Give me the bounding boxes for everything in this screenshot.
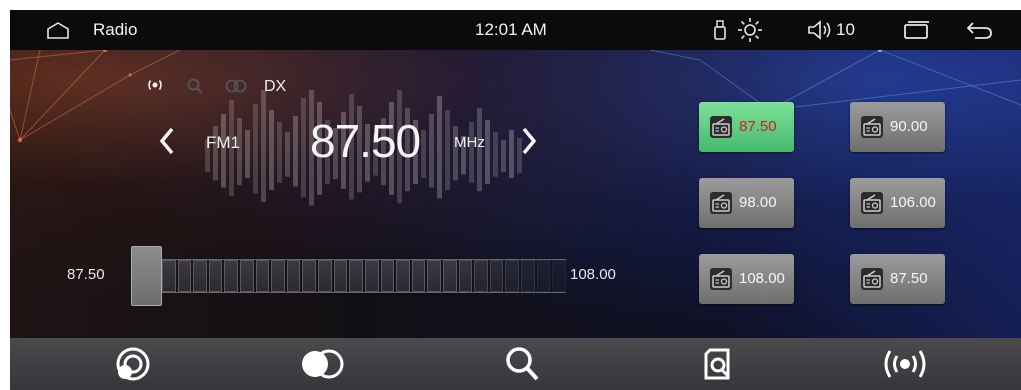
spectrum-bar (293, 116, 298, 187)
spectrum-bar (501, 140, 506, 172)
preset-2-button[interactable]: 90.00 (850, 102, 945, 152)
scale-tick (442, 260, 457, 292)
spectrum-bar (245, 130, 250, 178)
scale-tick (474, 260, 488, 292)
spectrum-bar (493, 132, 498, 177)
scale-min-label: 87.50 (67, 266, 105, 283)
scale-tick (224, 260, 239, 292)
scale-tick (380, 260, 395, 292)
recent-apps-icon[interactable] (903, 20, 931, 40)
radio-icon (861, 116, 883, 138)
radio-icon (861, 192, 883, 214)
outer-margin-left (0, 0, 10, 390)
preset-1-button[interactable]: 87.50 (699, 102, 794, 152)
spectrum-bar (261, 90, 266, 202)
spectrum-bar (269, 110, 274, 190)
scale-tick (255, 260, 270, 292)
bottom-toolbar (10, 338, 1021, 390)
next-station-button[interactable] (517, 123, 541, 159)
scale-tick (271, 260, 285, 292)
scale-tick (333, 260, 348, 292)
signal-icon (148, 80, 162, 90)
clock: 12:01 AM (475, 20, 547, 39)
volume-icon[interactable] (807, 19, 833, 41)
search-button[interactable] (422, 338, 622, 390)
radio-icon (861, 268, 883, 290)
broadcast-button[interactable] (805, 338, 1005, 390)
preset-4-button[interactable]: 106.00 (850, 178, 945, 228)
frequency-slider-handle[interactable] (131, 246, 162, 306)
scale-tick (193, 260, 207, 292)
spectrum-bar (509, 130, 514, 178)
frequency-unit: MHz (454, 134, 485, 151)
scale-tick (427, 260, 441, 292)
browse-stations-button[interactable] (33, 338, 233, 390)
scale-tick (318, 260, 332, 292)
scale-tick (177, 260, 192, 292)
preset-5-label: 108.00 (739, 270, 785, 287)
tuner-panel: DX FM1 87.50 MHz 87.50 108.00 87.50 90.0… (10, 50, 1021, 338)
scale-tick (240, 260, 254, 292)
spectrum-bar (445, 110, 450, 190)
stereo-mode-icon (302, 349, 344, 379)
scale-tick (364, 260, 379, 292)
search-icon (187, 78, 203, 94)
band-label: FM1 (206, 133, 240, 152)
local-scan-icon (704, 348, 731, 380)
preset-5-button[interactable]: 108.00 (699, 254, 794, 304)
radio-screen: Radio 12:01 AM 10 DX FM1 87.50 MHz 87.50… (10, 10, 1021, 390)
radio-icon (710, 268, 732, 290)
scale-tick (286, 260, 301, 292)
outer-margin-top (0, 0, 1021, 10)
spectrum-bar (277, 122, 282, 183)
usb-icon (714, 20, 726, 40)
home-icon[interactable] (46, 21, 70, 39)
spectrum-bar (437, 96, 442, 199)
spectrum-bar (253, 104, 258, 194)
volume-level: 10 (836, 20, 855, 39)
brightness-icon[interactable] (737, 17, 763, 43)
scale-tick (411, 260, 426, 292)
status-bar: Radio 12:01 AM 10 (10, 10, 1021, 50)
browse-stations-icon (116, 347, 150, 381)
preset-4-label: 106.00 (890, 194, 936, 211)
scale-tick (521, 260, 535, 292)
app-title: Radio (93, 20, 138, 39)
preset-3-label: 98.00 (739, 194, 777, 211)
spectrum-bar (285, 132, 290, 177)
previous-station-button[interactable] (155, 123, 179, 159)
scale-tick (302, 260, 317, 292)
scale-tick (552, 260, 566, 292)
preset-3-button[interactable]: 98.00 (699, 178, 794, 228)
preset-6-label: 87.50 (890, 270, 928, 287)
spectrum-bar (485, 120, 490, 184)
spectrum-bar (469, 122, 474, 183)
scale-tick (396, 260, 410, 292)
search-icon (506, 347, 539, 381)
preset-1-label: 87.50 (739, 118, 777, 135)
scale-tick (536, 260, 551, 292)
preset-6-button[interactable]: 87.50 (850, 254, 945, 304)
preset-2-label: 90.00 (890, 118, 928, 135)
scale-tick (162, 260, 176, 292)
scale-max-label: 108.00 (570, 266, 616, 283)
scale-tick (489, 260, 504, 292)
scale-tick (458, 260, 473, 292)
local-scan-button[interactable] (618, 338, 818, 390)
radio-icon (710, 116, 732, 138)
scale-tick (208, 260, 223, 292)
scale-tick (349, 260, 363, 292)
frequency-scale-slider[interactable] (160, 259, 566, 293)
broadcast-icon (884, 350, 926, 378)
current-frequency: 87.50 (310, 115, 421, 167)
spectrum-bar (421, 130, 426, 178)
spectrum-bar (301, 98, 306, 198)
back-icon[interactable] (965, 20, 993, 40)
radio-icon (710, 192, 732, 214)
stereo-mode-button[interactable] (223, 338, 423, 390)
scale-tick (505, 260, 520, 292)
spectrum-bar (429, 114, 434, 188)
